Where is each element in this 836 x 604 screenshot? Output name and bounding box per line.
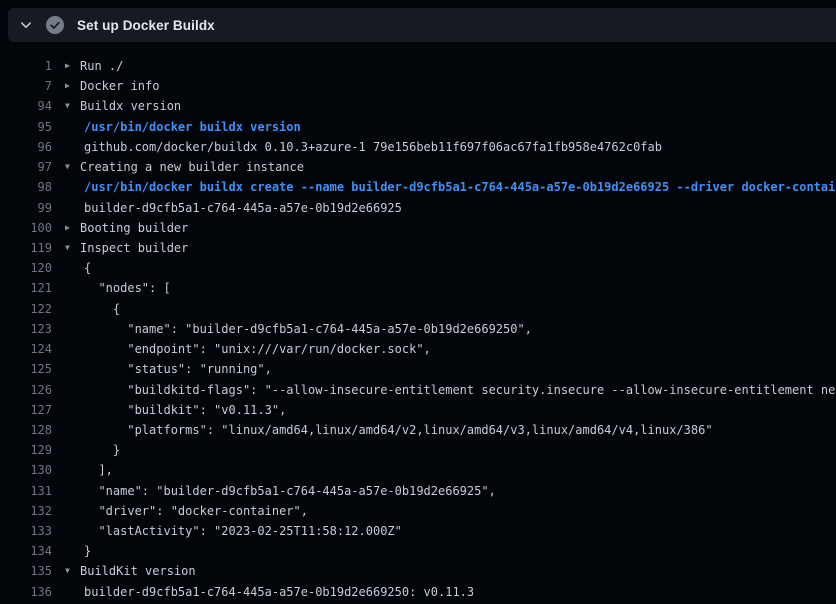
chevron-down-icon[interactable] [19, 18, 33, 32]
log-line[interactable]: 123 "name": "builder-d9cfb5a1-c764-445a-… [0, 319, 836, 339]
line-number[interactable]: 121 [0, 278, 52, 298]
line-number[interactable]: 119 [0, 238, 52, 258]
log-text: { [84, 261, 91, 275]
log-line[interactable]: 99 builder-d9cfb5a1-c764-445a-a57e-0b19d2… [0, 198, 836, 218]
line-number[interactable]: 131 [0, 481, 52, 501]
line-number[interactable]: 94 [0, 96, 52, 116]
log-group-line[interactable]: 100 ▶ Booting builder [0, 218, 836, 238]
line-number[interactable]: 97 [0, 157, 52, 177]
log-group-line[interactable]: 135 ▼ BuildKit version [0, 561, 836, 581]
group-title: Booting builder [80, 221, 188, 235]
step-header[interactable]: Set up Docker Buildx [8, 8, 836, 42]
log-text: } [84, 544, 91, 558]
log-group-line[interactable]: 94 ▼ Buildx version [0, 96, 836, 116]
log-text: "platforms": "linux/amd64,linux/amd64/v2… [84, 423, 713, 437]
log-line[interactable]: 127 "buildkit": "v0.11.3", [0, 400, 836, 420]
command-text: /usr/bin/docker buildx create --name bui… [84, 180, 836, 194]
log-group-line[interactable]: 7 ▶ Docker info [0, 76, 836, 96]
log-line[interactable]: 120 { [0, 258, 836, 278]
line-number[interactable]: 120 [0, 258, 52, 278]
log-line[interactable]: 121 "nodes": [ [0, 278, 836, 298]
log-line[interactable]: 95/usr/bin/docker buildx version [0, 117, 836, 137]
line-number[interactable]: 126 [0, 380, 52, 400]
line-number[interactable]: 125 [0, 359, 52, 379]
log-line[interactable]: 124 "endpoint": "unix:///var/run/docker.… [0, 339, 836, 359]
caret-down-icon[interactable]: ▼ [65, 157, 70, 177]
command-text: /usr/bin/docker buildx version [84, 120, 301, 134]
group-title: Buildx version [80, 99, 181, 113]
line-number[interactable]: 99 [0, 198, 52, 218]
group-title: Creating a new builder instance [80, 160, 304, 174]
log-line[interactable]: 131 "name": "builder-d9cfb5a1-c764-445a-… [0, 481, 836, 501]
line-number[interactable]: 1 [0, 56, 52, 76]
line-number[interactable]: 129 [0, 440, 52, 460]
log-text: "name": "builder-d9cfb5a1-c764-445a-a57e… [84, 484, 496, 498]
line-number[interactable]: 135 [0, 561, 52, 581]
line-number[interactable]: 7 [0, 76, 52, 96]
log-line[interactable]: 122 { [0, 299, 836, 319]
check-circle-icon [46, 16, 64, 34]
log-line[interactable]: 128 "platforms": "linux/amd64,linux/amd6… [0, 420, 836, 440]
caret-down-icon[interactable]: ▼ [65, 561, 70, 581]
log-group-line[interactable]: 97 ▼ Creating a new builder instance [0, 157, 836, 177]
caret-down-icon[interactable]: ▼ [65, 238, 70, 258]
line-number[interactable]: 100 [0, 218, 52, 238]
log-text: "name": "builder-d9cfb5a1-c764-445a-a57e… [84, 322, 532, 336]
line-number[interactable]: 130 [0, 460, 52, 480]
group-title: Inspect builder [80, 241, 188, 255]
line-number[interactable]: 95 [0, 117, 52, 137]
log-line[interactable]: 125 "status": "running", [0, 359, 836, 379]
log-text: "lastActivity": "2023-02-25T11:58:12.000… [84, 524, 402, 538]
log-line[interactable]: 130 ], [0, 460, 836, 480]
log-text: { [84, 302, 120, 316]
step-title: Set up Docker Buildx [77, 18, 215, 33]
log-group-line[interactable]: 1 ▶ Run ./ [0, 56, 836, 76]
group-title: Docker info [80, 79, 159, 93]
log-group-line[interactable]: 119 ▼ Inspect builder [0, 238, 836, 258]
log-text: } [84, 443, 120, 457]
log-line[interactable]: 132 "driver": "docker-container", [0, 501, 836, 521]
line-number[interactable]: 98 [0, 177, 52, 197]
log-text: "endpoint": "unix:///var/run/docker.sock… [84, 342, 431, 356]
log-text: builder-d9cfb5a1-c764-445a-a57e-0b19d2e6… [84, 201, 402, 215]
line-number[interactable]: 132 [0, 501, 52, 521]
line-number[interactable]: 136 [0, 582, 52, 602]
log-text: github.com/docker/buildx 0.10.3+azure-1 … [84, 140, 662, 154]
log-text: "buildkit": "v0.11.3", [84, 403, 286, 417]
caret-right-icon[interactable]: ▶ [65, 218, 70, 238]
caret-right-icon[interactable]: ▶ [65, 76, 70, 96]
log-text: "status": "running", [84, 362, 272, 376]
log-lines: 1 ▶ Run ./ 7 ▶ Docker info 94 ▼ Buildx version 95… [0, 42, 836, 602]
log-text: "driver": "docker-container", [84, 504, 308, 518]
line-number[interactable]: 96 [0, 137, 52, 157]
log-line[interactable]: 136 builder-d9cfb5a1-c764-445a-a57e-0b19d… [0, 582, 836, 602]
line-number[interactable]: 122 [0, 299, 52, 319]
log-text: ], [84, 463, 113, 477]
log-line[interactable]: 126 "buildkitd-flags": "--allow-insecure… [0, 380, 836, 400]
log-text: "nodes": [ [84, 281, 171, 295]
caret-down-icon[interactable]: ▼ [65, 96, 70, 116]
log-line[interactable]: 129 } [0, 440, 836, 460]
log-line[interactable]: 98/usr/bin/docker buildx create --name b… [0, 177, 836, 197]
log-text: "buildkitd-flags": "--allow-insecure-ent… [84, 383, 836, 397]
line-number[interactable]: 133 [0, 521, 52, 541]
group-title: Run ./ [80, 59, 123, 73]
line-number[interactable]: 123 [0, 319, 52, 339]
caret-right-icon[interactable]: ▶ [65, 56, 70, 76]
group-title: BuildKit version [80, 564, 196, 578]
log-line[interactable]: 133 "lastActivity": "2023-02-25T11:58:12… [0, 521, 836, 541]
log-line[interactable]: 96 github.com/docker/buildx 0.10.3+azure-… [0, 137, 836, 157]
line-number[interactable]: 127 [0, 400, 52, 420]
line-number[interactable]: 124 [0, 339, 52, 359]
line-number[interactable]: 134 [0, 541, 52, 561]
log-line[interactable]: 134} [0, 541, 836, 561]
line-number[interactable]: 128 [0, 420, 52, 440]
log-text: builder-d9cfb5a1-c764-445a-a57e-0b19d2e6… [84, 585, 474, 599]
